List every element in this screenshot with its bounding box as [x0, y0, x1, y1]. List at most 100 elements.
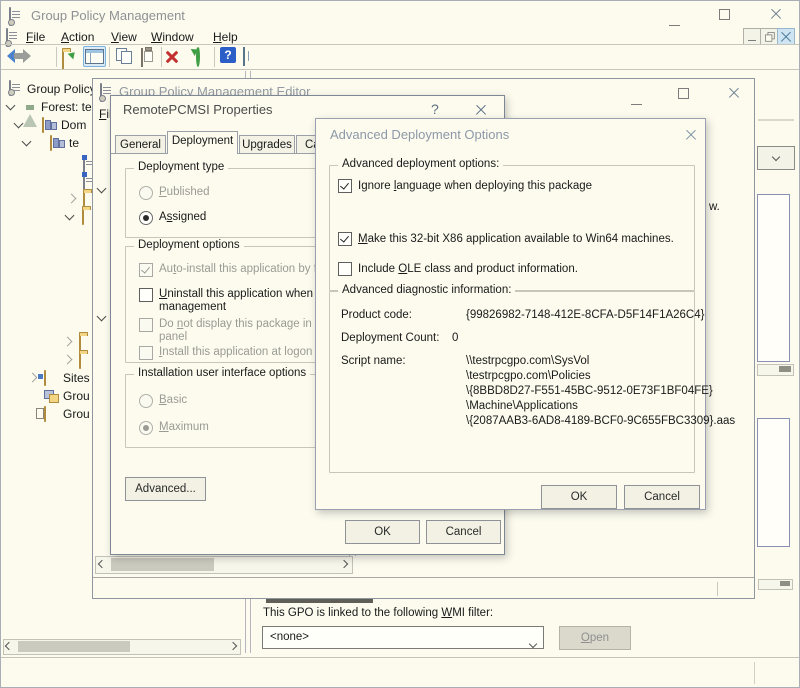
editor-maximize-icon[interactable] — [678, 86, 689, 104]
advanced-ok-button[interactable]: OK — [541, 485, 617, 509]
properties-ok-button[interactable]: OK — [345, 520, 420, 544]
published-label: Published — [159, 186, 210, 198]
listbox-scrollbar-fragment[interactable] — [758, 579, 793, 590]
listbox-scrollbar-fragment[interactable] — [757, 364, 794, 376]
wmi-filter-dropdown[interactable]: <none> — [262, 626, 544, 649]
mdi-restore-icon[interactable] — [760, 28, 778, 45]
tab-upgrades[interactable]: Upgrades — [239, 135, 295, 154]
advanced-dialog: Advanced Deployment Options Advanced dep… — [315, 118, 706, 510]
basic-radio[interactable] — [139, 394, 153, 408]
scroll-left-icon[interactable] — [6, 643, 12, 649]
uninstall-checkbox[interactable] — [139, 288, 153, 302]
expanded-chevron-icon[interactable] — [6, 101, 16, 111]
group-legend: Installation user interface options — [134, 367, 310, 379]
collapsed-chevron-icon[interactable] — [63, 355, 73, 365]
tab-deployment[interactable]: Deployment — [167, 131, 238, 154]
sites-icon — [44, 370, 46, 386]
collapsed-chevron-icon[interactable] — [28, 373, 38, 383]
make-32bit-checkbox[interactable] — [338, 232, 352, 246]
assigned-radio[interactable] — [139, 211, 153, 225]
auto-install-checkbox[interactable] — [139, 263, 153, 277]
tree-item-label: Forest: te — [41, 100, 92, 114]
status-bar — [1, 657, 799, 688]
install-logon-checkbox[interactable] — [139, 346, 153, 360]
auto-install-label: Auto-install this application by file e — [159, 263, 338, 275]
scroll-right-icon[interactable] — [230, 643, 236, 649]
expanded-chevron-icon[interactable] — [97, 184, 107, 194]
editor-horizontal-scrollbar[interactable] — [95, 556, 353, 574]
gp-results-icon — [44, 406, 46, 422]
status-bar-divider — [754, 662, 755, 684]
menu-help[interactable]: Help — [213, 30, 238, 44]
export-list-icon[interactable] — [62, 51, 64, 70]
main-menubar: File Action View Window Help — [1, 29, 799, 45]
toolbar-separator — [161, 47, 162, 67]
expanded-chevron-icon[interactable] — [97, 312, 107, 322]
chevron-down-icon[interactable] — [530, 634, 536, 652]
app-icon — [9, 7, 11, 26]
close-icon[interactable] — [769, 7, 783, 21]
advanced-close-icon[interactable] — [684, 128, 698, 142]
editor-minimize-icon[interactable] — [631, 92, 642, 110]
editor-status-divider — [717, 582, 718, 596]
expanded-chevron-icon[interactable] — [65, 211, 75, 221]
properties-close-icon[interactable] — [474, 103, 488, 117]
scrollbar-thumb[interactable] — [111, 558, 214, 571]
menu-file[interactable]: File — [26, 30, 45, 44]
product-code-value: {99826982-7148-412E-8CFA-D5F14F1A26C4} — [466, 309, 704, 321]
ignore-language-checkbox[interactable] — [338, 179, 352, 193]
maximize-icon[interactable] — [719, 7, 730, 25]
advanced-cancel-button[interactable]: Cancel — [624, 485, 700, 509]
editor-close-icon[interactable] — [727, 86, 741, 100]
menu-view[interactable]: View — [111, 30, 137, 44]
open-button[interactable]: Open — [559, 626, 631, 650]
toolbar-separator — [214, 47, 215, 67]
scroll-left-icon[interactable] — [99, 561, 105, 567]
console-root-icon — [9, 80, 11, 96]
maximum-radio[interactable] — [139, 421, 153, 435]
tree-item-label: Grou — [63, 389, 90, 403]
product-code-label: Product code: — [341, 309, 412, 321]
gpo-icon — [83, 156, 85, 172]
advanced-button[interactable]: Advanced... — [125, 477, 206, 501]
install-logon-label: Install this application at logon — [159, 346, 312, 358]
do-not-display-checkbox[interactable] — [139, 318, 153, 332]
tree-horizontal-scrollbar[interactable] — [3, 639, 241, 655]
menu-action[interactable]: Action — [61, 30, 94, 44]
expanded-chevron-icon[interactable] — [22, 137, 32, 147]
dialog-help-icon[interactable]: ? — [431, 101, 439, 117]
script-name-line: \{2087AAB3-6AD8-4189-BCF0-9C655FBC3309}.… — [466, 415, 735, 427]
collapsed-chevron-icon[interactable] — [63, 337, 73, 347]
editor-status-bar — [93, 577, 754, 599]
toolbar-separator — [109, 47, 110, 67]
domains-icon — [42, 117, 44, 133]
tab-general[interactable]: General — [115, 135, 166, 154]
mdi-close-icon[interactable] — [777, 28, 795, 45]
gpo-icon — [83, 173, 85, 189]
uninstall-label: Uninstall this application when it fa — [159, 288, 335, 300]
uninstall-label-line2: management — [159, 301, 226, 313]
published-radio[interactable] — [139, 186, 153, 200]
script-name-line: \testrpcgpo.com\Policies — [466, 370, 591, 382]
include-ole-label: Include OLE class and product informatio… — [358, 263, 578, 275]
collapsed-chevron-icon[interactable] — [67, 194, 77, 204]
ignore-language-label: Ignore language when deploying this pack… — [358, 180, 592, 192]
editor-content-fragment: w. — [709, 201, 720, 213]
scrollbar-thumb[interactable] — [18, 641, 130, 652]
help-icon[interactable]: ? — [220, 47, 236, 63]
expanded-chevron-icon[interactable] — [14, 119, 24, 129]
properties-cancel-button[interactable]: Cancel — [426, 520, 501, 544]
folder-icon — [82, 209, 84, 225]
location-dropdown-fragment[interactable] — [757, 146, 795, 170]
refresh-icon[interactable] — [196, 46, 200, 67]
script-name-label: Script name: — [341, 355, 406, 367]
new-window-icon[interactable] — [243, 48, 245, 66]
domain-icon — [50, 135, 52, 151]
paste-icon[interactable] — [141, 48, 143, 67]
show-console-tree-icon[interactable] — [83, 46, 106, 67]
group-legend: Advanced deployment options: — [338, 158, 503, 170]
mdi-minimize-icon[interactable] — [743, 28, 761, 45]
scroll-right-icon[interactable] — [341, 561, 347, 567]
menu-window[interactable]: Window — [151, 30, 194, 44]
include-ole-checkbox[interactable] — [338, 262, 352, 276]
